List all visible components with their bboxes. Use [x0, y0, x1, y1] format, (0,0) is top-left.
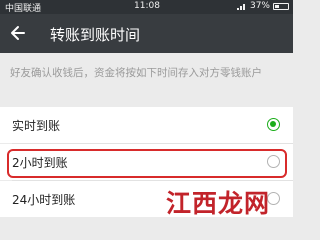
- back-arrow-icon[interactable]: [8, 22, 28, 44]
- watermark-logo: 江西龙网: [166, 184, 270, 220]
- radio-checked-icon[interactable]: [267, 118, 280, 131]
- highlight-annotation-box: [7, 149, 287, 178]
- battery-percent: 37%: [249, 1, 270, 11]
- battery-fill: [275, 4, 280, 8]
- title-bar: 转账到账时间: [0, 14, 293, 53]
- description-text: 好友确认收钱后，资金将按如下时间存入对方零钱账户: [10, 67, 262, 79]
- signal-icon: [236, 4, 245, 10]
- status-bar: 中国联通 11:08 37%: [0, 0, 293, 14]
- option-realtime[interactable]: 实时到账: [0, 107, 293, 143]
- page-title: 转账到账时间: [50, 26, 141, 44]
- option-label: 实时到账: [12, 119, 61, 133]
- option-label: 24小时到账: [12, 193, 76, 207]
- status-time: 11:08: [134, 1, 160, 11]
- carrier-name: 中国联通: [5, 4, 42, 14]
- status-right: 37%: [236, 1, 289, 11]
- battery-icon: [273, 2, 289, 10]
- watermark-text: 江西龙网: [166, 189, 271, 218]
